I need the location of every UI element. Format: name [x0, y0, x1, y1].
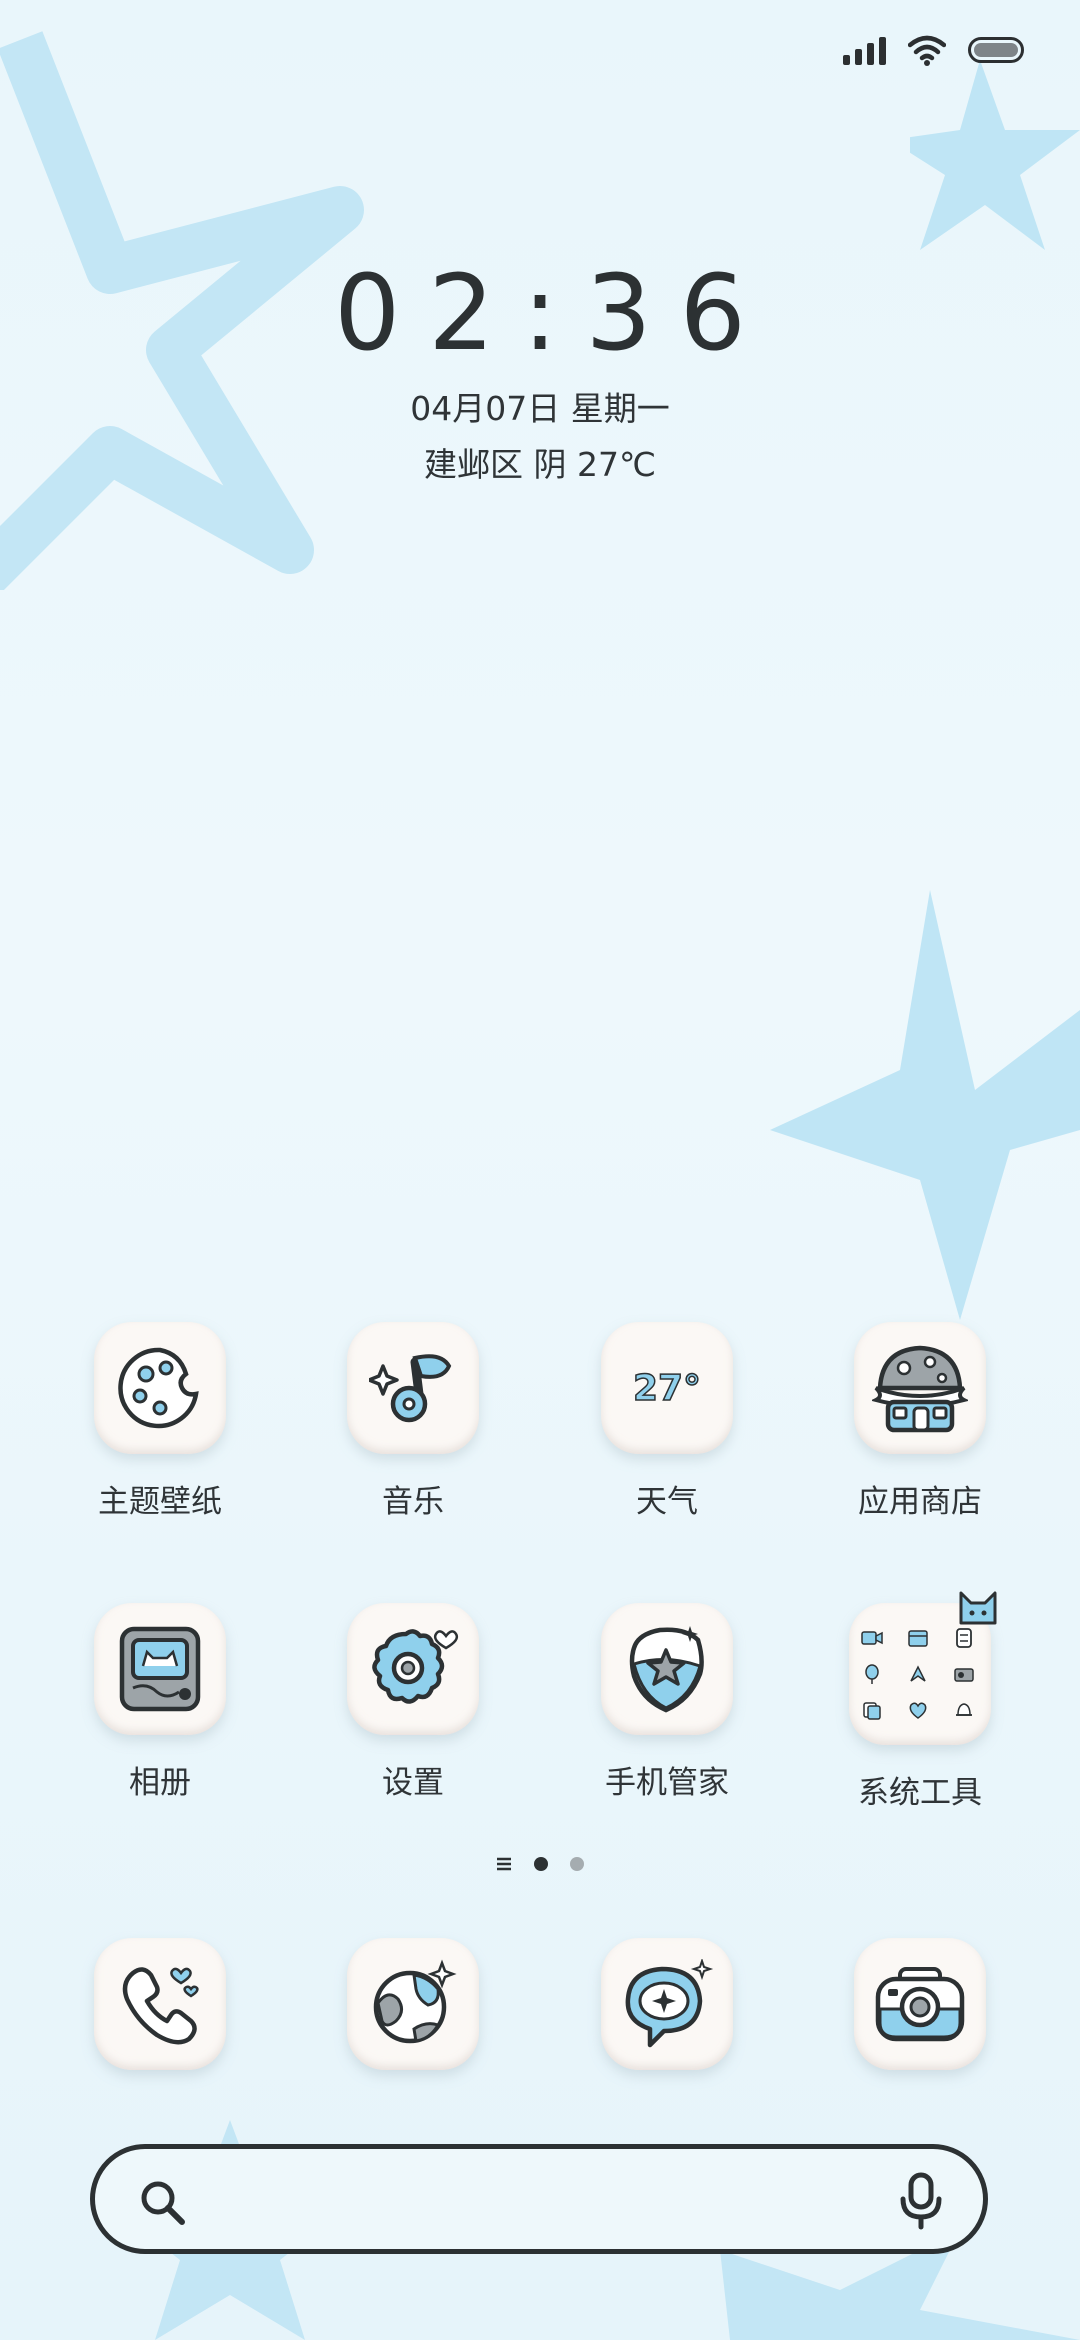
mini-video-icon — [861, 1631, 883, 1645]
app-settings[interactable]: 设置 — [313, 1603, 513, 1802]
phone-icon — [122, 1967, 199, 2045]
mini-clapper-icon — [908, 1630, 928, 1647]
cat-sticker-icon — [959, 1591, 997, 1625]
mini-compass-icon — [910, 1665, 926, 1682]
folder-icon — [860, 1627, 980, 1721]
app-theme-wallpaper[interactable]: 主题壁纸 — [60, 1322, 260, 1521]
weather-text[interactable]: 建邺区 阴 27℃ — [0, 438, 1080, 486]
mini-heart-icon — [909, 1702, 927, 1719]
app-label: 天气 — [636, 1484, 698, 1520]
message-bubble-icon — [625, 1959, 714, 2048]
camera-icon — [875, 1967, 965, 2042]
browser-globe-icon — [373, 1959, 457, 2044]
app-music[interactable]: 音乐 — [313, 1322, 513, 1521]
gear-icon — [372, 1629, 459, 1704]
dock-messages[interactable] — [567, 1938, 767, 2070]
page-indicator[interactable] — [0, 1856, 1080, 1872]
palette-icon — [118, 1347, 199, 1429]
dock-phone[interactable] — [60, 1938, 260, 2070]
mini-balloon-icon — [865, 1664, 879, 1684]
app-label: 应用商店 — [858, 1484, 982, 1520]
background-star-right — [770, 890, 1080, 1320]
signal-icon — [843, 35, 886, 65]
app-weather[interactable]: 27° 天气 — [567, 1322, 767, 1521]
shield-star-icon — [629, 1626, 704, 1713]
app-label: 音乐 — [382, 1484, 444, 1520]
mushroom-house-icon — [872, 1345, 968, 1433]
mini-radio-icon — [954, 1668, 974, 1682]
app-gallery[interactable]: 相册 — [60, 1603, 260, 1802]
mini-bell-icon — [956, 1703, 972, 1716]
page-dot-active[interactable] — [534, 1857, 548, 1871]
app-store[interactable]: 应用商店 — [820, 1322, 1020, 1521]
app-label: 相册 — [129, 1765, 191, 1801]
app-label: 系统工具 — [858, 1775, 982, 1811]
app-label: 主题壁纸 — [98, 1484, 222, 1520]
app-label: 手机管家 — [605, 1765, 729, 1801]
app-folder-system-tools[interactable]: 系统工具 — [820, 1591, 1020, 1812]
weather-icon: 27° — [632, 1367, 702, 1410]
search-icon[interactable] — [137, 2177, 189, 2229]
photo-frame-icon — [119, 1626, 201, 1712]
clock-time[interactable]: 02:36 — [0, 252, 1080, 374]
app-phone-manager[interactable]: 手机管家 — [567, 1603, 767, 1802]
app-label: 设置 — [382, 1765, 444, 1801]
mini-calculator-icon — [956, 1628, 972, 1648]
list-view-icon[interactable] — [496, 1856, 512, 1872]
mini-files-icon — [863, 1702, 881, 1720]
page-dot[interactable] — [570, 1857, 584, 1871]
microphone-icon[interactable] — [899, 2171, 943, 2231]
status-bar — [843, 28, 1024, 72]
date-text[interactable]: 04月07日 星期一 — [0, 382, 1080, 430]
battery-icon — [968, 37, 1024, 63]
search-bar[interactable] — [90, 2144, 988, 2254]
dock-camera[interactable] — [820, 1938, 1020, 2070]
background-star-top-right — [910, 60, 1080, 250]
dock-browser[interactable] — [313, 1938, 513, 2070]
music-note-icon — [369, 1354, 452, 1423]
wifi-icon — [908, 35, 946, 66]
